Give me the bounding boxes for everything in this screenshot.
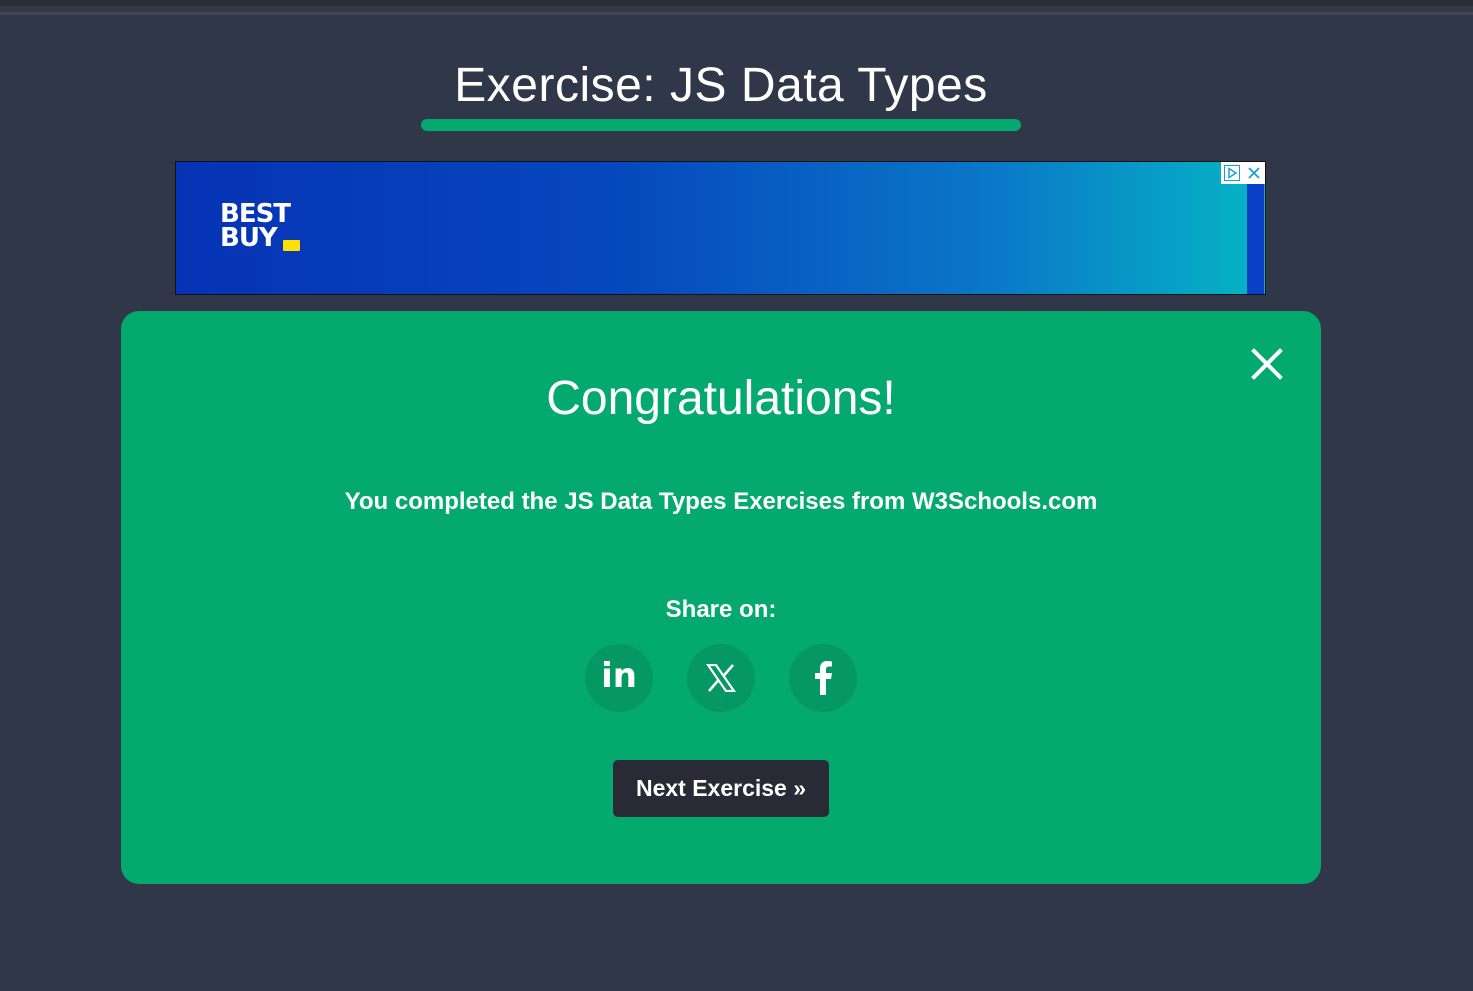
bestbuy-logo: BEST BUY [220, 201, 300, 253]
next-exercise-button[interactable]: Next Exercise » [613, 760, 829, 817]
top-edge [0, 0, 1473, 6]
top-divider [0, 12, 1473, 15]
modal-title: Congratulations! [546, 372, 896, 425]
facebook-icon [815, 661, 832, 695]
linkedin-share-button[interactable]: in [585, 644, 653, 712]
x-icon [706, 664, 736, 692]
ad-side-strip [1247, 184, 1264, 294]
browser-top-bar [0, 0, 1473, 16]
ad-close-icon[interactable] [1243, 162, 1265, 184]
ad-controls [1221, 162, 1265, 184]
title-underline [421, 119, 1021, 131]
adchoices-icon[interactable] [1221, 162, 1243, 184]
ad-banner[interactable]: BEST BUY [175, 161, 1266, 295]
facebook-share-button[interactable] [789, 644, 857, 712]
congratulations-modal: Congratulations! You completed the JS Da… [121, 311, 1321, 884]
x-share-button[interactable] [687, 644, 755, 712]
logo-tag-icon [283, 240, 300, 251]
page-title: Exercise: JS Data Types [454, 59, 988, 112]
logo-line-2: BUY [220, 223, 278, 253]
share-label: Share on: [665, 596, 777, 623]
linkedin-icon: in [601, 656, 637, 696]
completion-message: You completed the JS Data Types Exercise… [344, 488, 1098, 515]
